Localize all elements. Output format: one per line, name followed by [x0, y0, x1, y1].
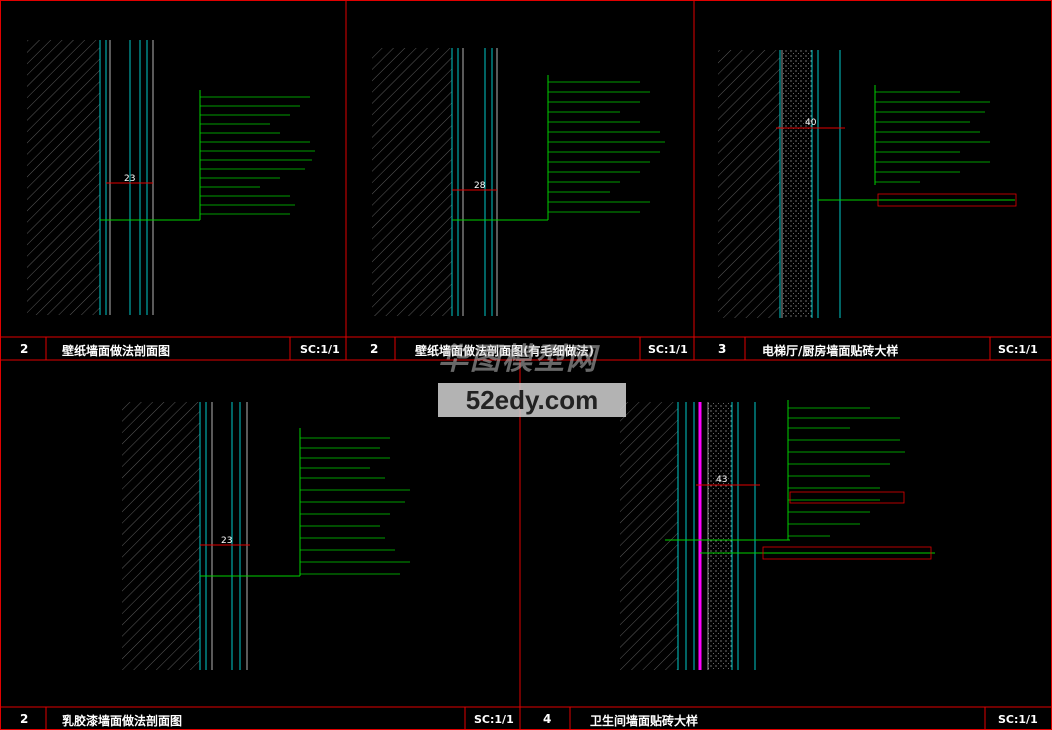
section-panel-2	[372, 48, 665, 316]
panel-scale-1: SC:1/1	[300, 343, 340, 356]
panel-scale-3: SC:1/1	[998, 343, 1038, 356]
watermark-brand: 华图模型网	[438, 342, 598, 377]
panel-scale-4: SC:1/1	[474, 713, 514, 726]
panel-title-1: 壁纸墙面做法剖面图	[62, 344, 171, 358]
panel-title-5: 卫生间墙面贴砖大样	[590, 714, 699, 728]
panel-title-4: 乳胶漆墙面做法剖面图	[62, 714, 183, 728]
panel-title-3: 电梯厅/厨房墙面贴砖大样	[762, 344, 899, 358]
watermark-url: 52edy.com	[438, 383, 626, 417]
dimension-label-3: 40	[805, 118, 817, 128]
panel-number-5: 4	[543, 712, 552, 726]
section-panel-5	[620, 400, 935, 670]
dimension-label-5: 43	[716, 475, 727, 485]
dimension-label-4: 23	[221, 536, 232, 546]
dimension-label-2: 28	[474, 181, 486, 191]
panel-number-3: 3	[718, 342, 727, 356]
section-panel-4	[122, 402, 410, 670]
panel-scale-2: SC:1/1	[648, 343, 688, 356]
dimension-label-1: 23	[124, 174, 135, 184]
section-panel-1	[27, 40, 315, 315]
section-panel-3	[718, 50, 1017, 318]
panel-number-4: 2	[20, 712, 29, 726]
panel-number-2: 2	[370, 342, 379, 356]
panel-scale-5: SC:1/1	[998, 713, 1038, 726]
panel-number-1: 2	[20, 342, 29, 356]
